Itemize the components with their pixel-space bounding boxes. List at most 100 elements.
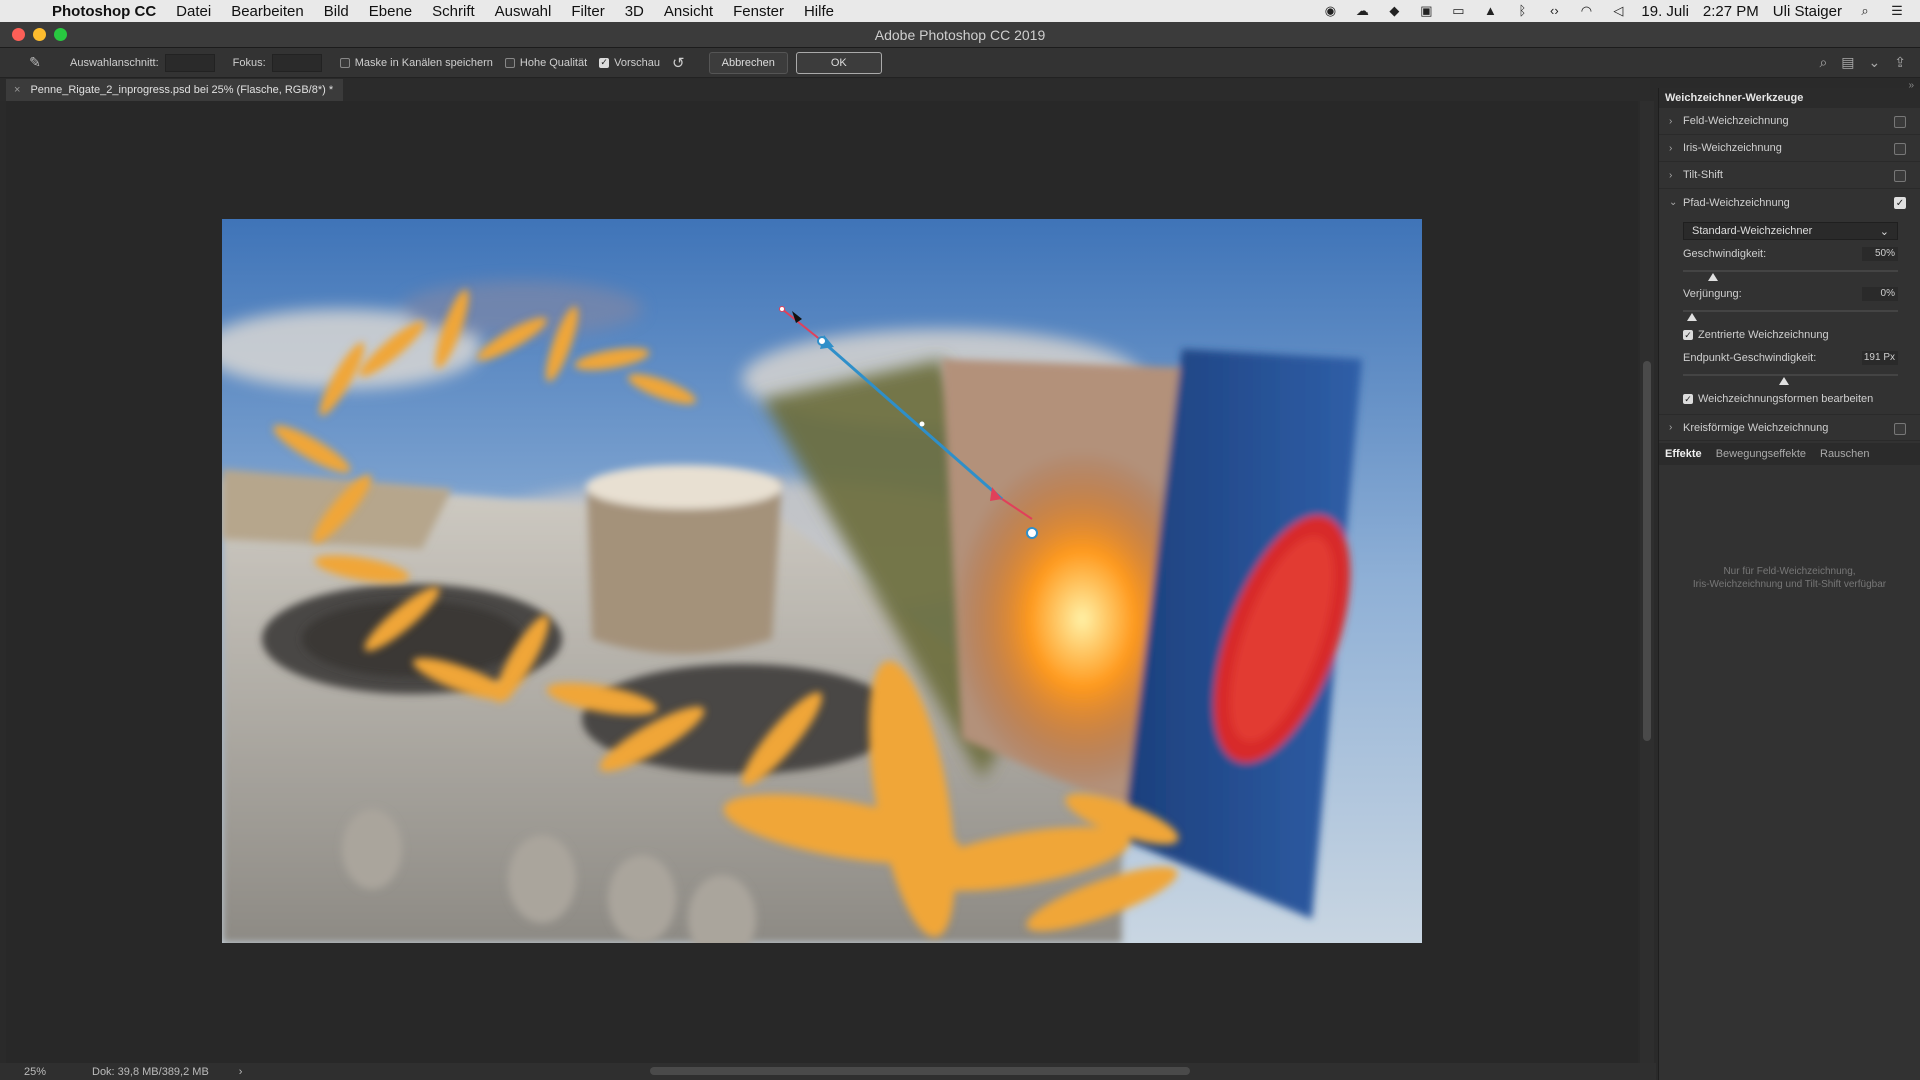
reset-icon[interactable]: ↺ [672, 54, 685, 72]
vertical-scrollbar[interactable] [1640, 101, 1654, 1063]
endpoint-slider-handle[interactable] [1779, 377, 1789, 385]
window-title: Adobe Photoshop CC 2019 [874, 26, 1046, 43]
close-tab-icon[interactable]: × [14, 84, 20, 96]
document-image[interactable] [222, 219, 1422, 943]
chevron-down-icon[interactable]: ⌄ [1869, 54, 1881, 71]
focus-field[interactable] [271, 53, 322, 72]
menu-datei[interactable]: Datei [176, 3, 211, 20]
menu-bild[interactable]: Bild [324, 3, 349, 20]
menu-ansicht[interactable]: Ansicht [664, 3, 713, 20]
chevron-down-icon[interactable]: ⌄ [1669, 197, 1683, 208]
path-blur-checkbox[interactable]: ✓ [1894, 197, 1906, 209]
menu-app-name[interactable]: Photoshop CC [52, 3, 156, 20]
zoom-window-icon[interactable] [54, 28, 67, 41]
zoom-level[interactable]: 25% [24, 1066, 92, 1078]
speed-slider-track[interactable] [1683, 270, 1898, 272]
endpoint-slider[interactable] [1683, 366, 1898, 390]
effects-note: Nur für Feld-Weichzeichnung, Iris-Weichz… [1659, 565, 1920, 591]
chevron-right-icon[interactable]: › [1669, 422, 1683, 433]
taper-value[interactable]: 0% [1862, 287, 1898, 301]
mask-checkbox[interactable]: Maske in Kanälen speichern [339, 56, 493, 69]
taper-slider[interactable] [1683, 302, 1898, 326]
status-arrow-icon[interactable]: › [239, 1066, 243, 1078]
workspace-icon[interactable]: ▤ [1841, 54, 1854, 71]
edit-shapes-checkbox[interactable]: ✓ [1683, 394, 1693, 404]
endpoint-value[interactable]: 191 Px [1862, 351, 1898, 365]
tab-effekte[interactable]: Effekte [1665, 448, 1702, 460]
blur-mode-dropdown[interactable]: Standard-Weichzeichner ⌄ [1683, 222, 1898, 240]
document-size: Dok: 39,8 MB/389,2 MB [92, 1065, 209, 1078]
vertical-scroll-thumb[interactable] [1643, 361, 1651, 741]
quality-checkbox[interactable]: Hohe Qualität [504, 56, 588, 69]
spin-blur-checkbox[interactable] [1894, 423, 1906, 435]
row-iris-blur[interactable]: › Iris-Weichzeichnung [1659, 135, 1920, 162]
spotlight-search-icon[interactable]: ⌕ [1856, 4, 1874, 18]
row-field-blur[interactable]: › Feld-Weichzeichnung [1659, 108, 1920, 135]
creative-cloud-icon[interactable]: ☁ [1353, 4, 1371, 18]
menu-3d[interactable]: 3D [625, 3, 644, 20]
close-window-icon[interactable] [12, 28, 25, 41]
preview-checkbox[interactable]: ✓ Vorschau [599, 57, 660, 69]
quality-checkbox-label: Hohe Qualität [519, 56, 588, 69]
menu-hilfe[interactable]: Hilfe [804, 3, 834, 20]
mask-checkbox-label: Maske in Kanälen speichern [354, 56, 493, 69]
speed-label: Geschwindigkeit: [1683, 248, 1767, 260]
quality-checkbox-box[interactable] [504, 57, 515, 68]
chevron-right-icon[interactable]: › [1669, 116, 1683, 127]
menu-auswahl[interactable]: Auswahl [495, 3, 552, 20]
menu-filter[interactable]: Filter [571, 3, 604, 20]
row-spin-blur[interactable]: › Kreisförmige Weichzeichnung [1659, 414, 1920, 441]
menu-schrift[interactable]: Schrift [432, 3, 475, 20]
minimize-window-icon[interactable] [33, 28, 46, 41]
mask-checkbox-box[interactable] [339, 57, 350, 68]
notification-list-icon[interactable]: ☰ [1888, 4, 1906, 18]
speed-slider[interactable] [1683, 262, 1898, 286]
edit-shapes-option[interactable]: ✓ Weichzeichnungsformen bearbeiten [1683, 390, 1898, 408]
row-path-blur[interactable]: ⌄ Pfad-Weichzeichnung ✓ [1659, 189, 1920, 216]
search-icon[interactable]: ⌕ [1819, 54, 1827, 71]
share-icon[interactable]: ⇪ [1894, 54, 1906, 71]
cancel-button[interactable]: Abbrechen [708, 51, 788, 74]
volume-icon[interactable]: ◁ [1609, 4, 1627, 18]
edit-shapes-label: Weichzeichnungsformen bearbeiten [1698, 393, 1874, 405]
record-icon[interactable]: ◉ [1321, 4, 1339, 18]
iris-blur-checkbox[interactable] [1894, 143, 1906, 155]
menu-ebene[interactable]: Ebene [369, 3, 412, 20]
menu-bearbeiten[interactable]: Bearbeiten [231, 3, 304, 20]
panel-collapse-icon[interactable]: » [1908, 80, 1914, 91]
menubar-time: 2:27 PM [1702, 2, 1759, 20]
wifi-icon[interactable]: ◠ [1577, 4, 1595, 18]
taper-slider-handle[interactable] [1687, 313, 1697, 321]
warning-icon[interactable]: ▲ [1481, 4, 1499, 18]
chevron-down-icon: ⌄ [1879, 225, 1889, 238]
app-s-icon[interactable]: ▣ [1417, 4, 1435, 18]
speed-slider-handle[interactable] [1708, 273, 1718, 281]
tilt-shift-checkbox[interactable] [1894, 170, 1906, 182]
ok-button[interactable]: OK [795, 51, 882, 74]
chevron-right-icon[interactable]: › [1669, 143, 1683, 154]
bluetooth-icon[interactable]: ᛒ [1513, 4, 1531, 18]
speed-value[interactable]: 50% [1862, 247, 1898, 261]
document-tab[interactable]: × Penne_Rigate_2_inprogress.psd bei 25% … [6, 79, 344, 101]
menubar-user[interactable]: Uli Staiger [1773, 3, 1842, 20]
row-tilt-shift[interactable]: › Tilt-Shift [1659, 162, 1920, 189]
tab-rauschen[interactable]: Rauschen [1820, 448, 1870, 460]
display-icon[interactable]: ▭ [1449, 4, 1467, 18]
tab-bewegungseffekte[interactable]: Bewegungseffekte [1716, 448, 1806, 460]
dropbox-icon[interactable]: ◆ [1385, 4, 1403, 18]
taper-slider-track[interactable] [1683, 310, 1898, 312]
chevron-right-icon[interactable]: › [1669, 170, 1683, 181]
blur-tools-panel: » Weichzeichner-Werkzeuge › Feld-Weichze… [1658, 80, 1920, 1080]
centered-blur-option[interactable]: ✓ Zentrierte Weichzeichnung [1683, 326, 1898, 344]
preview-checkbox-box[interactable]: ✓ [599, 57, 610, 68]
endpoint-slider-track[interactable] [1683, 374, 1898, 376]
row-field-blur-label: Feld-Weichzeichnung [1683, 115, 1789, 127]
field-blur-checkbox[interactable] [1894, 116, 1906, 128]
centered-blur-checkbox[interactable]: ✓ [1683, 330, 1693, 340]
selection-field[interactable] [164, 53, 215, 72]
code-icon[interactable]: ‹› [1545, 4, 1563, 18]
menu-fenster[interactable]: Fenster [733, 3, 784, 20]
pin-tool-icon[interactable]: ✎ [20, 52, 50, 74]
horizontal-scroll-thumb[interactable] [650, 1067, 1190, 1075]
row-iris-blur-label: Iris-Weichzeichnung [1683, 142, 1782, 154]
